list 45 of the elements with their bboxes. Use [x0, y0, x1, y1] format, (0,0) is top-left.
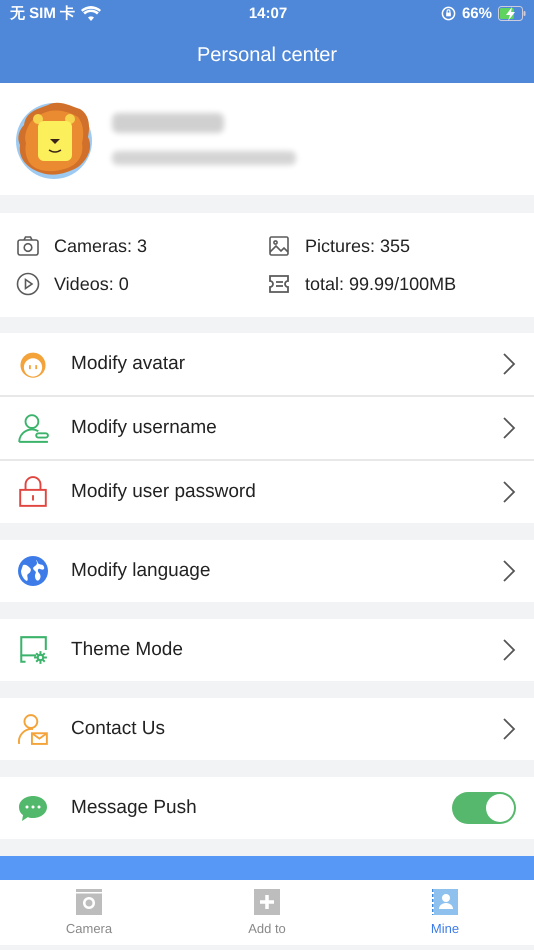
plus-icon	[254, 889, 280, 915]
play-icon	[16, 272, 40, 296]
rotation-lock-icon	[440, 6, 456, 21]
stat-label: Cameras: 3	[54, 236, 148, 256]
contact-mail-icon	[17, 713, 49, 745]
chevron-right-icon	[502, 560, 516, 582]
menu-row[interactable]: Theme Mode	[0, 619, 534, 681]
menu-label: Contact Us	[71, 718, 166, 740]
tab-button[interactable]: Mine	[356, 880, 534, 945]
globe-icon	[17, 555, 49, 587]
page-title: Personal center	[196, 44, 338, 66]
menu-label: Modify username	[71, 417, 218, 439]
menu-label: Message Push	[71, 797, 198, 819]
chevron-right-icon	[502, 718, 516, 740]
menu-label: Modify avatar	[71, 353, 186, 375]
menu-label: Modify user password	[71, 481, 257, 503]
menu-row[interactable]: Modify language	[0, 540, 534, 602]
tab-button[interactable]: Add to	[178, 880, 356, 945]
stat-label: total: 99.99/100MB	[305, 274, 456, 294]
contact-card-icon	[432, 889, 458, 915]
toggle-switch[interactable]	[452, 792, 516, 824]
camera-icon	[16, 234, 40, 258]
stat-label: Pictures: 355	[305, 236, 410, 256]
lock-icon	[17, 476, 49, 508]
menu-row[interactable]: Modify user password	[0, 461, 534, 523]
carrier-text: 无 SIM 卡	[10, 4, 76, 23]
menu-label: Modify language	[71, 560, 212, 582]
tab-button[interactable]: Camera	[0, 880, 178, 945]
stat-label: Videos: 0	[54, 274, 129, 294]
wifi-icon	[81, 6, 102, 21]
chevron-right-icon	[502, 639, 516, 661]
battery-icon	[498, 6, 526, 21]
chevron-right-icon	[502, 417, 516, 439]
battery-percent: 66%	[462, 5, 492, 22]
menu-row[interactable]: Modify username	[0, 397, 534, 459]
chevron-right-icon	[502, 481, 516, 503]
menu-label: Theme Mode	[71, 639, 184, 661]
menu-row[interactable]: Modify avatar	[0, 333, 534, 395]
user-icon	[17, 412, 49, 444]
camera-icon	[76, 889, 102, 915]
chevron-right-icon	[502, 353, 516, 375]
image-icon	[267, 234, 291, 258]
clock-time: 14:07	[248, 5, 288, 22]
ticket-icon	[267, 272, 291, 296]
menu-row[interactable]: Contact Us	[0, 698, 534, 760]
